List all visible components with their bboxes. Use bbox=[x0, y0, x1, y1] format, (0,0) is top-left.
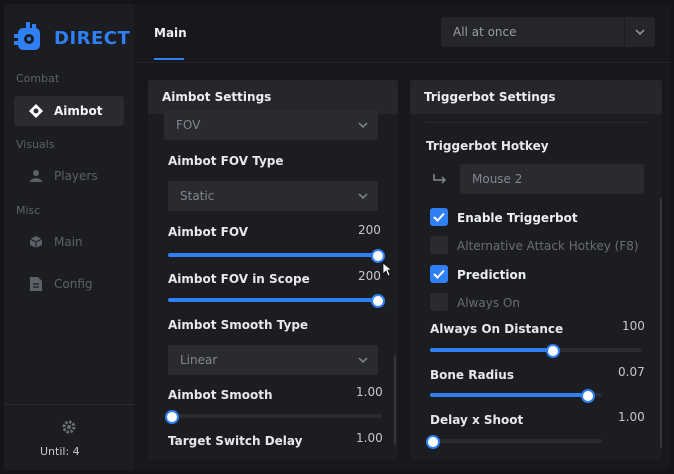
tab-active-indicator bbox=[154, 58, 184, 60]
fov-scope-slider[interactable] bbox=[168, 294, 385, 308]
scrollbar[interactable] bbox=[660, 198, 662, 448]
fov-type-value: Static bbox=[180, 189, 215, 203]
switch-delay-label: Target Switch Delay bbox=[168, 434, 303, 448]
app-name: DIRECT bbox=[54, 27, 131, 49]
fov-type-label: Aimbot FOV Type bbox=[168, 154, 284, 168]
chevron-down-icon bbox=[624, 17, 655, 47]
check-icon bbox=[433, 269, 445, 279]
delay-shoot-label: Delay x Shoot bbox=[430, 413, 524, 427]
slider-fill bbox=[168, 253, 378, 257]
smooth-label: Aimbot Smooth bbox=[168, 388, 273, 402]
mode-dropdown-value: All at once bbox=[453, 25, 517, 39]
smooth-value: 1.00 bbox=[356, 385, 383, 399]
chevron-down-icon bbox=[348, 193, 378, 199]
slider-knob[interactable] bbox=[426, 435, 441, 449]
smooth-type-value: Linear bbox=[180, 353, 218, 367]
user-icon bbox=[22, 169, 50, 183]
sidebar-item-label: Aimbot bbox=[54, 104, 103, 118]
bone-radius-slider[interactable] bbox=[430, 389, 602, 403]
fov-scope-value: 200 bbox=[358, 269, 381, 283]
delay-shoot-slider[interactable] bbox=[426, 435, 602, 449]
enable-triggerbot-label: Enable Triggerbot bbox=[457, 211, 578, 225]
prediction-checkbox[interactable] bbox=[430, 265, 448, 283]
bone-radius-label: Bone Radius bbox=[430, 368, 514, 382]
fov-slider[interactable] bbox=[168, 249, 385, 263]
fov-type-select[interactable]: Static bbox=[168, 181, 378, 211]
sidebar: DIRECT Combat Aimbot Visuals Players Mis… bbox=[4, 4, 134, 470]
always-on-distance-slider[interactable] bbox=[430, 344, 642, 358]
sidebar-item-main[interactable]: Main bbox=[14, 227, 124, 257]
logo: DIRECT bbox=[12, 20, 130, 56]
slider-knob[interactable] bbox=[581, 389, 596, 403]
license-until: Until: 4 bbox=[40, 445, 80, 458]
prediction-label: Prediction bbox=[457, 268, 527, 282]
smooth-slider[interactable] bbox=[165, 410, 382, 424]
always-on-distance-value: 100 bbox=[622, 319, 645, 333]
slider-knob[interactable] bbox=[371, 294, 385, 308]
enable-triggerbot-checkbox[interactable] bbox=[430, 208, 448, 226]
always-on-distance-label: Always On Distance bbox=[430, 322, 564, 336]
fov-value: 200 bbox=[358, 223, 381, 237]
always-on-checkbox[interactable] bbox=[430, 293, 448, 311]
chevron-down-icon bbox=[348, 357, 378, 363]
slider-knob[interactable] bbox=[165, 410, 179, 424]
triggerbot-settings-panel: Triggerbot Settings Triggerbot Hotkey Mo… bbox=[410, 80, 662, 460]
hotkey-label: Triggerbot Hotkey bbox=[426, 139, 549, 153]
switch-delay-value: 1.00 bbox=[356, 431, 383, 445]
chevron-down-icon bbox=[348, 122, 378, 128]
arrow-return-icon bbox=[432, 171, 448, 190]
direct-logo-icon bbox=[14, 22, 40, 50]
smooth-type-select[interactable]: Linear bbox=[168, 345, 378, 375]
fov-select-value: FOV bbox=[176, 118, 201, 132]
fov-scope-label: Aimbot FOV in Scope bbox=[168, 272, 310, 286]
scrollbar[interactable] bbox=[394, 355, 396, 445]
sidebar-footer: Until: 4 bbox=[4, 404, 134, 470]
section-misc: Misc bbox=[16, 204, 41, 217]
slider-knob[interactable] bbox=[545, 344, 560, 358]
sidebar-item-label: Config bbox=[54, 277, 93, 291]
sidebar-item-config[interactable]: Config bbox=[14, 269, 124, 299]
alt-attack-hotkey-checkbox[interactable] bbox=[430, 236, 448, 254]
crosshair-icon bbox=[22, 103, 50, 119]
sidebar-item-label: Main bbox=[54, 235, 83, 249]
slider-fill bbox=[430, 348, 553, 352]
file-icon bbox=[22, 277, 50, 291]
aimbot-settings-panel: Aimbot Settings FOV Aimbot FOV Type Stat… bbox=[148, 80, 398, 460]
divider bbox=[134, 62, 670, 63]
section-visuals: Visuals bbox=[16, 138, 55, 151]
cube-icon bbox=[22, 235, 50, 249]
gear-icon[interactable] bbox=[62, 419, 76, 438]
always-on-label: Always On bbox=[457, 296, 520, 310]
fov-select[interactable]: FOV bbox=[164, 110, 378, 140]
alt-attack-hotkey-label: Alternative Attack Hotkey (F8) bbox=[457, 239, 639, 253]
check-icon bbox=[433, 212, 445, 222]
divider bbox=[426, 122, 648, 123]
fov-label: Aimbot FOV bbox=[168, 225, 249, 239]
slider-fill bbox=[168, 298, 378, 302]
sidebar-item-label: Players bbox=[54, 169, 98, 183]
cursor-icon bbox=[382, 262, 393, 281]
section-combat: Combat bbox=[16, 72, 60, 85]
slider-fill bbox=[430, 393, 589, 397]
smooth-type-label: Aimbot Smooth Type bbox=[168, 318, 309, 332]
hotkey-field[interactable]: Mouse 2 bbox=[460, 164, 644, 194]
sidebar-item-players[interactable]: Players bbox=[14, 161, 124, 191]
sidebar-item-aimbot[interactable]: Aimbot bbox=[14, 96, 124, 126]
panel-title: Triggerbot Settings bbox=[410, 80, 662, 114]
panel-title: Aimbot Settings bbox=[148, 80, 398, 114]
delay-shoot-value: 1.00 bbox=[618, 410, 645, 424]
mode-dropdown[interactable]: All at once bbox=[441, 17, 655, 47]
hotkey-value: Mouse 2 bbox=[472, 172, 523, 186]
bone-radius-value: 0.07 bbox=[618, 365, 645, 379]
slider-knob[interactable] bbox=[371, 249, 385, 263]
app-window: DIRECT Combat Aimbot Visuals Players Mis… bbox=[4, 4, 670, 470]
tab-main[interactable]: Main bbox=[154, 26, 187, 40]
